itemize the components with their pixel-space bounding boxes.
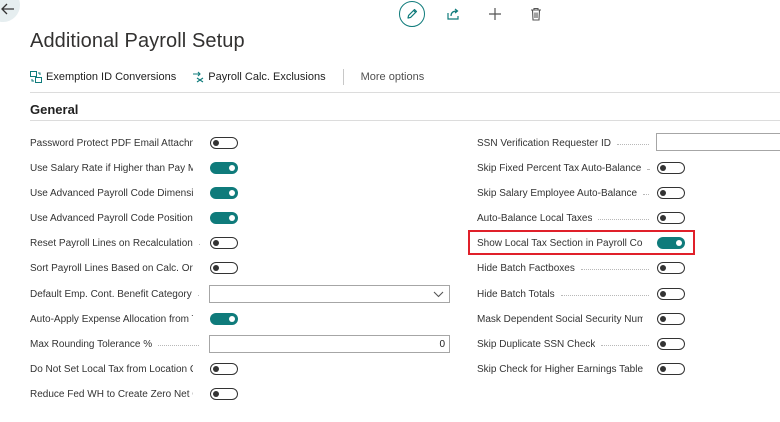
field-label: SSN Verification Requester ID [477, 137, 611, 149]
field-row: Use Advanced Payroll Code Position / ... [30, 210, 205, 226]
action-bar-rule [30, 92, 780, 93]
toggle-switch[interactable] [657, 338, 685, 350]
field-label: Hide Batch Totals [477, 288, 555, 300]
field-label: Use Advanced Payroll Code Position / ... [30, 212, 193, 224]
delete-button[interactable] [524, 2, 548, 26]
exemption-id-conversions-action[interactable]: Exemption ID Conversions [30, 71, 176, 83]
add-button[interactable] [483, 2, 507, 26]
field-label: Reduce Fed WH to Create Zero Net C... [30, 388, 193, 400]
action-bar-divider [342, 69, 344, 85]
share-button[interactable] [441, 2, 465, 26]
field-label: Auto-Apply Expense Allocation from T... [30, 313, 193, 325]
action-bar: Exemption ID Conversions Payroll Calc. E… [30, 68, 424, 86]
toggle-switch[interactable] [210, 237, 238, 249]
payroll-calc-exclusions-label: Payroll Calc. Exclusions [208, 71, 326, 83]
toggle-switch[interactable] [210, 162, 238, 174]
payroll-calc-exclusions-action[interactable]: Payroll Calc. Exclusions [192, 71, 326, 83]
toggle-switch[interactable] [657, 262, 685, 274]
trash-icon [531, 7, 541, 21]
toggle-switch[interactable] [657, 212, 685, 224]
field-row: Skip Check for Higher Earnings Table ... [477, 361, 655, 377]
toggle-switch[interactable] [210, 388, 238, 400]
toggle-switch[interactable] [210, 363, 238, 375]
field-row: Reset Payroll Lines on Recalculation [30, 235, 205, 251]
field-row: Hide Batch Factboxes [477, 260, 655, 276]
section-title-general: General [30, 102, 79, 117]
field-row: Use Salary Rate if Higher than Pay Ma... [30, 160, 205, 176]
field-row: Max Rounding Tolerance % [30, 336, 205, 352]
plus-icon [489, 8, 501, 20]
field-row: Default Emp. Cont. Benefit Category [30, 286, 205, 302]
field-label: Skip Salary Employee Auto-Balance [477, 187, 638, 199]
edit-button[interactable] [399, 1, 425, 27]
field-row: Auto-Apply Expense Allocation from T... [30, 311, 205, 327]
field-row: Password Protect PDF Email Attachme... [30, 135, 205, 151]
share-icon [447, 8, 459, 20]
exemption-id-conversions-label: Exemption ID Conversions [46, 71, 177, 83]
field-row: Mask Dependent Social Security Num... [477, 311, 655, 327]
back-button[interactable] [0, 0, 20, 22]
field-row: Do Not Set Local Tax from Location C... [30, 361, 205, 377]
toggle-switch[interactable] [657, 187, 685, 199]
field-row: SSN Verification Requester ID [477, 135, 655, 151]
field-row: Use Advanced Payroll Code Dimensions [30, 185, 205, 201]
field-label: Mask Dependent Social Security Num... [477, 313, 643, 325]
field-label: Use Advanced Payroll Code Dimensions [30, 187, 193, 199]
field-label: Default Emp. Cont. Benefit Category [30, 288, 192, 300]
pencil-icon [407, 8, 418, 19]
field-row: Reduce Fed WH to Create Zero Net C... [30, 386, 205, 402]
toggle-switch[interactable] [210, 212, 238, 224]
field-label: Use Salary Rate if Higher than Pay Ma... [30, 162, 193, 174]
benefit-category-select[interactable] [209, 285, 450, 303]
highlight-box [468, 230, 695, 255]
field-row: Sort Payroll Lines Based on Calc. Order [30, 260, 205, 276]
toggle-switch[interactable] [210, 187, 238, 199]
toggle-switch[interactable] [657, 288, 685, 300]
ssn-requester-id-input[interactable] [656, 133, 780, 151]
field-label: Skip Duplicate SSN Check [477, 338, 596, 350]
toggle-switch[interactable] [657, 363, 685, 375]
field-label: Password Protect PDF Email Attachme... [30, 137, 193, 149]
page-title: Additional Payroll Setup [30, 30, 245, 52]
field-row: Skip Salary Employee Auto-Balance [477, 185, 655, 201]
field-row: Skip Duplicate SSN Check [477, 336, 655, 352]
field-label: Do Not Set Local Tax from Location C... [30, 363, 193, 375]
toggle-switch[interactable] [210, 262, 238, 274]
field-row: Skip Fixed Percent Tax Auto-Balance [477, 160, 655, 176]
field-label: Hide Batch Factboxes [477, 262, 575, 274]
input-value: 0 [439, 339, 445, 350]
toggle-switch[interactable] [657, 162, 685, 174]
field-label: Max Rounding Tolerance % [30, 338, 153, 350]
max-rounding-tolerance-input[interactable]: 0 [209, 335, 450, 353]
field-label: Skip Fixed Percent Tax Auto-Balance [477, 162, 642, 174]
toggle-switch[interactable] [210, 313, 238, 325]
field-row: Auto-Balance Local Taxes [477, 210, 655, 226]
arrow-left-icon [1, 3, 14, 15]
field-label: Reset Payroll Lines on Recalculation [30, 237, 193, 249]
section-rule [30, 120, 780, 121]
field-row: Hide Batch Totals [477, 286, 655, 302]
toggle-switch[interactable] [210, 137, 238, 149]
field-label: Auto-Balance Local Taxes [477, 212, 593, 224]
toggle-switch[interactable] [657, 313, 685, 325]
chevron-down-icon [433, 291, 444, 298]
exclusion-icon [193, 71, 204, 83]
field-label: Sort Payroll Lines Based on Calc. Order [30, 262, 193, 274]
exemption-conversion-icon [30, 71, 42, 83]
field-label: Skip Check for Higher Earnings Table ... [477, 363, 643, 375]
more-options-button[interactable]: More options [361, 71, 425, 83]
